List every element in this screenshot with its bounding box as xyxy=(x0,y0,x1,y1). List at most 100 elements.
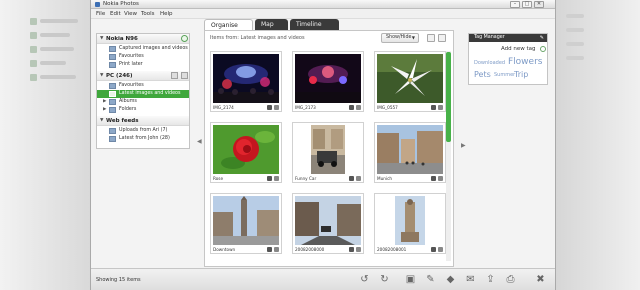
thumbnail[interactable]: Rose xyxy=(210,122,282,183)
close-button[interactable]: ✕ xyxy=(534,1,544,8)
menu-file[interactable]: File xyxy=(96,9,105,19)
share-icon[interactable] xyxy=(438,247,443,252)
menu-edit[interactable]: Edit xyxy=(110,9,121,19)
tag-summer[interactable]: Summer xyxy=(494,72,515,78)
rotate-right-icon[interactable]: ↻ xyxy=(379,274,390,285)
collapse-left-arrow-icon[interactable]: ◀ xyxy=(197,138,202,145)
share-icon[interactable] xyxy=(274,176,279,181)
tag-icon[interactable] xyxy=(267,176,272,181)
photo-concert2 xyxy=(295,54,361,103)
sidebar-section-pc[interactable]: ▼ PC (246) xyxy=(97,71,189,81)
add-tag-icon[interactable] xyxy=(540,46,546,52)
show-hide-label: Show/Hide xyxy=(386,35,412,40)
thumbnail[interactable]: IMG_2173 xyxy=(292,51,364,112)
ghost-line xyxy=(566,42,584,46)
thumbnail[interactable]: IMG_2174 xyxy=(210,51,282,112)
tag-trip[interactable]: Trip xyxy=(514,70,528,79)
tag-icon[interactable] xyxy=(431,105,436,110)
thumbnail[interactable]: Munich xyxy=(374,122,446,183)
expand-arrow-icon[interactable]: ▶ xyxy=(103,98,106,106)
ghost-line xyxy=(40,61,66,65)
sidebar-item-albums[interactable]: ▶ Albums xyxy=(97,98,189,106)
tag-pets[interactable]: Pets xyxy=(474,70,491,79)
minimize-button[interactable]: – xyxy=(510,1,520,8)
expand-arrow-icon[interactable]: ▶ xyxy=(103,106,106,114)
share-icon[interactable] xyxy=(356,105,361,110)
tag-icon[interactable]: ◆ xyxy=(445,274,456,285)
collapse-triangle-icon: ▼ xyxy=(100,36,104,41)
sidebar-item-label: Albums xyxy=(119,99,137,104)
tag-icon[interactable] xyxy=(267,105,272,110)
tag-icon[interactable] xyxy=(349,176,354,181)
share-icon[interactable] xyxy=(356,247,361,252)
sidebar-item-favourites-pc[interactable]: Favourites xyxy=(97,82,189,90)
tab-organise[interactable]: Organise xyxy=(204,19,253,30)
sidebar-item-uploads-ari[interactable]: Uploads from Ari (7) xyxy=(97,127,189,135)
tag-icon[interactable] xyxy=(431,247,436,252)
sidebar-item-latest-john[interactable]: Latest from John (28) xyxy=(97,135,189,143)
thumbnail[interactable]: Funny Car xyxy=(292,122,364,183)
pc-folder-icon[interactable] xyxy=(181,72,188,79)
sidebar-item-captured[interactable]: Captured images and videos xyxy=(97,45,189,53)
add-new-tag-label[interactable]: Add new tag xyxy=(501,46,536,52)
share-icon[interactable] xyxy=(356,176,361,181)
show-hide-dropdown[interactable]: Show/Hide ▼ xyxy=(381,33,419,43)
share-icon[interactable] xyxy=(438,176,443,181)
thumbnail[interactable]: IMG_0557 xyxy=(374,51,446,112)
camera-folder-icon xyxy=(109,46,116,52)
sidebar-section-web-feeds[interactable]: ▼ Web feeds xyxy=(97,116,189,126)
share-icon[interactable] xyxy=(274,247,279,252)
sidebar-item-latest[interactable]: Latest images and videos (15) xyxy=(97,90,189,104)
pc-view-icon[interactable] xyxy=(171,72,178,79)
delete-icon[interactable]: ✖ xyxy=(535,274,546,285)
rotate-left-icon[interactable]: ↺ xyxy=(359,274,370,285)
tag-downloaded[interactable]: Downloaded xyxy=(474,60,505,66)
thumbnail[interactable]: 20082008000 xyxy=(292,193,364,254)
rotate-view-icon[interactable] xyxy=(427,34,435,42)
slideshow-icon[interactable]: ▣ xyxy=(405,274,416,285)
share-icon[interactable] xyxy=(274,105,279,110)
tag-icon[interactable] xyxy=(349,247,354,252)
scrollbar-thumb[interactable] xyxy=(446,52,451,142)
items-from-label: Items from: Latest images and videos xyxy=(210,35,305,41)
fullscreen-icon[interactable] xyxy=(438,34,446,42)
window-title: Nokia Photos xyxy=(103,1,139,7)
background-left-list xyxy=(28,0,86,290)
web-feed-icon xyxy=(109,128,116,134)
collapse-triangle-icon: ▼ xyxy=(100,73,104,78)
maximize-button[interactable]: □ xyxy=(522,1,532,8)
sidebar-section-nokia-n96[interactable]: ▼ Nokia N96 xyxy=(97,34,189,44)
tag-icon[interactable] xyxy=(431,176,436,181)
menu-tools[interactable]: Tools xyxy=(141,9,155,19)
sidebar-item-favourites-device[interactable]: Favourites xyxy=(97,53,189,61)
close-icon[interactable]: ✎ xyxy=(540,34,544,42)
status-bar: Showing 15 items ↺ ↻ ▣ ✎ ◆ ✉ ⇪ ⎙ ✖ xyxy=(91,268,555,290)
thumbnail[interactable]: 20082008001 xyxy=(374,193,446,254)
tag-icon[interactable] xyxy=(349,105,354,110)
thumbnail-caption: Funny Car xyxy=(295,176,317,181)
section-label: PC (246) xyxy=(106,73,133,79)
thumbnail-caption: IMG_2174 xyxy=(213,105,234,110)
share-icon[interactable] xyxy=(438,105,443,110)
thumbnail-caption: IMG_2173 xyxy=(295,105,316,110)
print-icon[interactable]: ⎙ xyxy=(505,274,516,285)
web-feed-icon xyxy=(109,136,116,142)
tab-map[interactable]: Map xyxy=(255,19,288,30)
tab-timeline[interactable]: Timeline xyxy=(290,19,339,30)
ghost-line xyxy=(40,75,76,79)
tag-flowers[interactable]: Flowers xyxy=(508,57,542,67)
edit-icon[interactable]: ✎ xyxy=(425,274,436,285)
thumbnail[interactable]: Downtown xyxy=(210,193,282,254)
tag-icon[interactable] xyxy=(267,247,272,252)
photo-street xyxy=(295,196,361,245)
sync-icon[interactable] xyxy=(181,35,188,42)
menu-help[interactable]: Help xyxy=(160,9,173,19)
thumbnail-caption: IMG_0557 xyxy=(377,105,398,110)
email-icon[interactable]: ✉ xyxy=(465,274,476,285)
collapse-right-arrow-icon[interactable]: ▶ xyxy=(461,142,466,149)
menu-view[interactable]: View xyxy=(124,9,137,19)
sidebar-item-folders[interactable]: ▶ Folders xyxy=(97,106,189,114)
share-online-icon[interactable]: ⇪ xyxy=(485,274,496,285)
photo-munich xyxy=(377,125,443,174)
sidebar-item-print-later[interactable]: Print later xyxy=(97,61,189,69)
